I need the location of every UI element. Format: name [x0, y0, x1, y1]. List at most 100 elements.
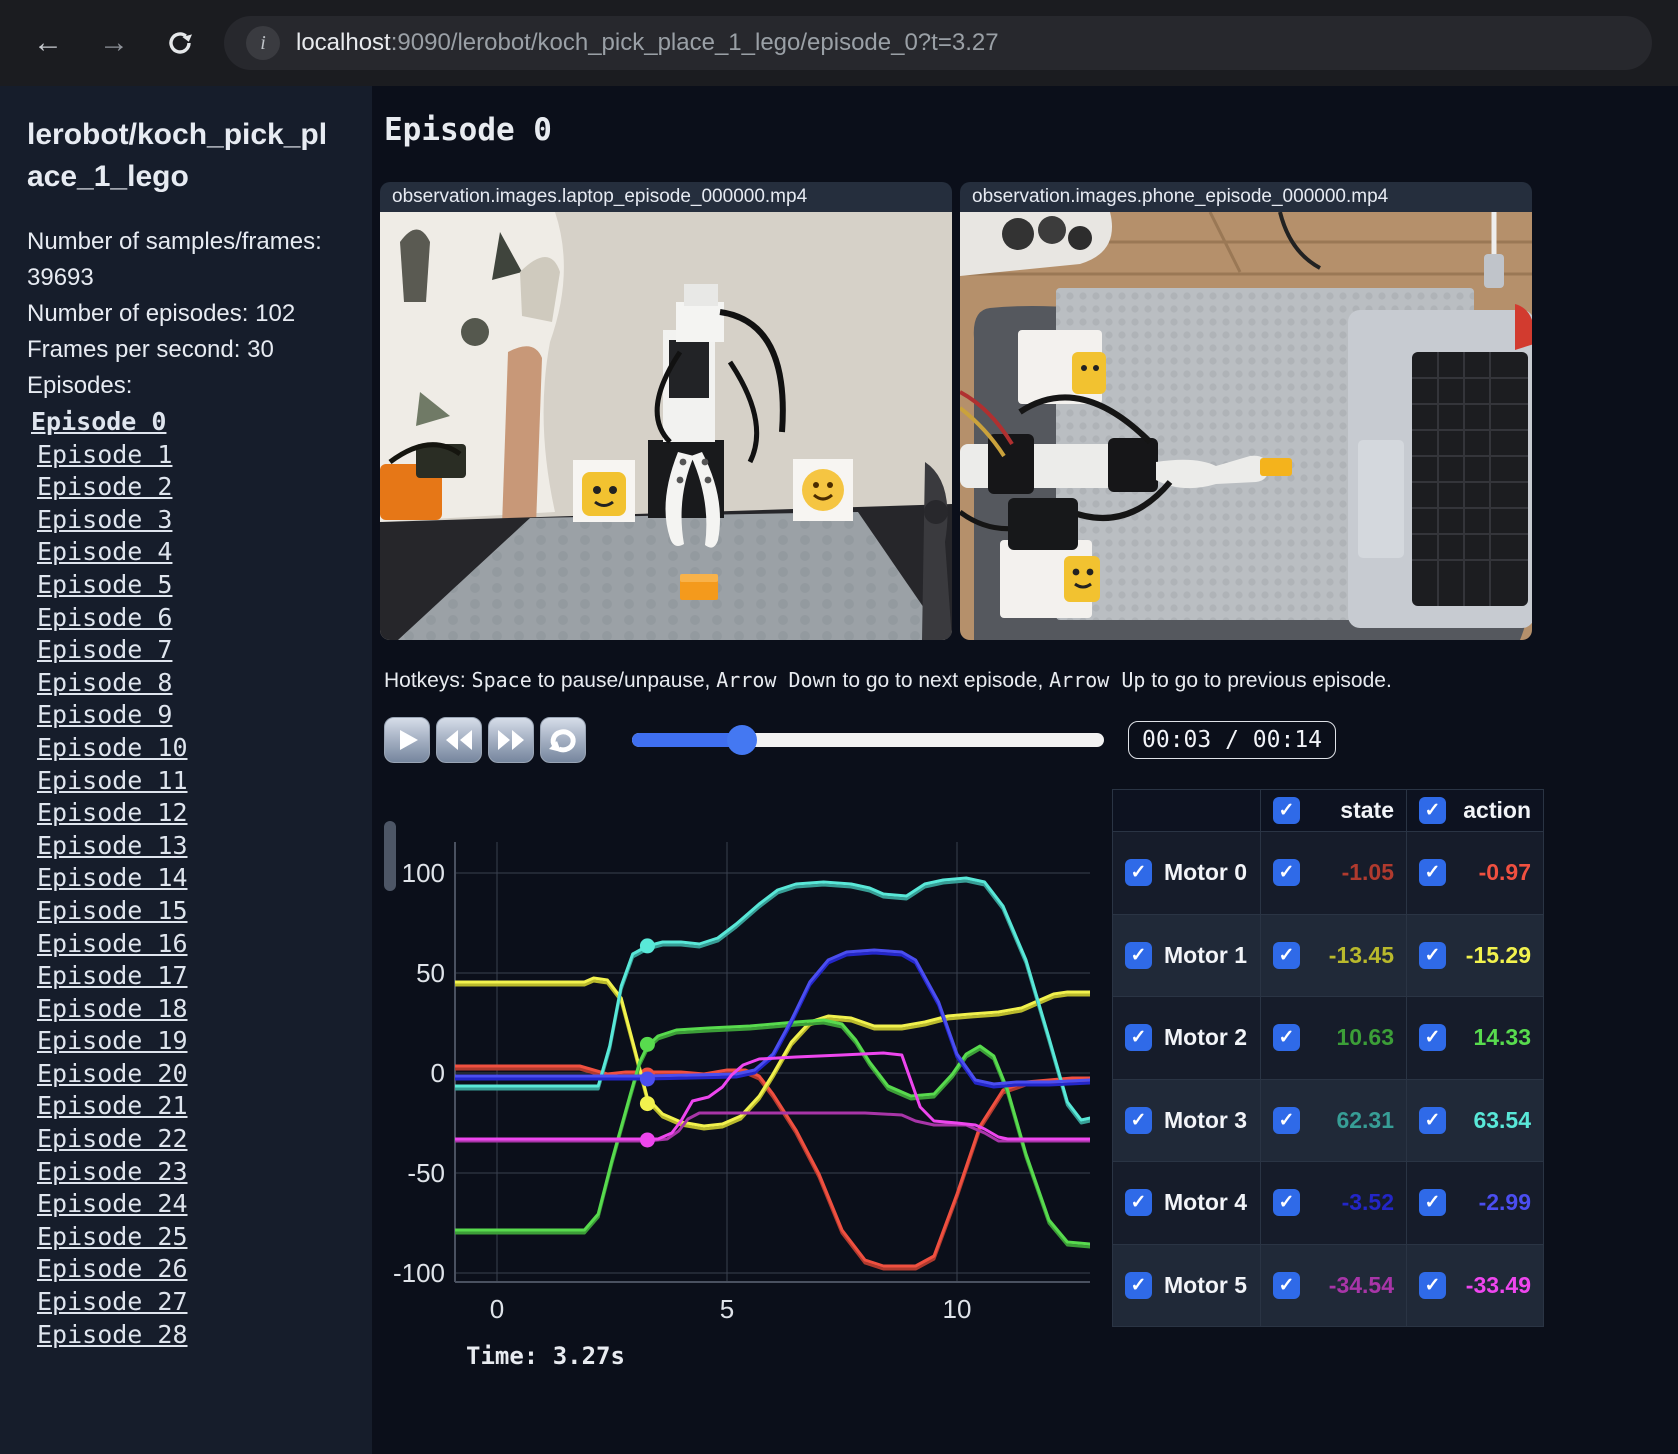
motor-1-state-checkbox[interactable]: ✓ — [1273, 941, 1300, 969]
table-row-motor-0: ✓ Motor 0 ✓ -1.05 ✓ -0.97 — [1112, 831, 1544, 915]
motor-3-checkbox[interactable]: ✓ — [1125, 1106, 1152, 1134]
video-phone[interactable]: observation.images.phone_episode_000000.… — [960, 182, 1532, 640]
reload-glyph — [169, 32, 193, 54]
motor-0-action-checkbox[interactable]: ✓ — [1419, 859, 1446, 887]
episode-link-23[interactable]: Episode 23 — [27, 1156, 372, 1189]
motor-3-action-checkbox[interactable]: ✓ — [1419, 1106, 1446, 1134]
video-laptop-frame — [380, 212, 952, 640]
episode-link-1[interactable]: Episode 1 — [27, 439, 372, 472]
motor-state-cell: ✓ -34.54 — [1260, 1243, 1407, 1327]
back-icon[interactable]: ← — [26, 21, 70, 65]
episode-link-24[interactable]: Episode 24 — [27, 1188, 372, 1221]
episode-link-12[interactable]: Episode 12 — [27, 797, 372, 830]
rewind-icon — [446, 730, 472, 750]
page-title: Episode 0 — [384, 112, 552, 148]
motor-2-checkbox[interactable]: ✓ — [1125, 1024, 1152, 1052]
episode-link-21[interactable]: Episode 21 — [27, 1090, 372, 1123]
current-time-dot-motor-1 — [639, 1096, 655, 1112]
motor-action-cell: ✓ -0.97 — [1406, 831, 1544, 915]
episode-link-14[interactable]: Episode 14 — [27, 862, 372, 895]
motor-chart[interactable]: 100 50 0 -50 -100 0 5 10 — [380, 789, 1094, 1324]
motor-5-action-checkbox[interactable]: ✓ — [1419, 1271, 1446, 1299]
motor-1-action-checkbox[interactable]: ✓ — [1419, 941, 1446, 969]
hotkey-arrow-up: Arrow Up — [1049, 668, 1146, 692]
motor-2-action-checkbox[interactable]: ✓ — [1419, 1024, 1446, 1052]
state-all-checkbox[interactable]: ✓ — [1273, 797, 1300, 824]
hotkeys-text-3: to go to previous episode. — [1145, 669, 1392, 692]
table-row-motor-3: ✓ Motor 3 ✓ 62.31 ✓ 63.54 — [1112, 1078, 1544, 1162]
loop-button[interactable] — [540, 717, 586, 763]
episode-link-27[interactable]: Episode 27 — [27, 1286, 372, 1319]
forward-icon[interactable]: → — [92, 21, 136, 65]
stat-fps: Frames per second: 30 — [27, 336, 274, 363]
seek-slider[interactable] — [632, 725, 1104, 755]
motor-action-value: -2.99 — [1478, 1189, 1531, 1216]
main-panel: Episode 0 observation.images.laptop_epis… — [372, 86, 1678, 1454]
episode-link-18[interactable]: Episode 18 — [27, 993, 372, 1026]
motor-label: Motor 2 — [1164, 1024, 1248, 1051]
action-all-checkbox[interactable]: ✓ — [1419, 797, 1446, 824]
motor-4-state-checkbox[interactable]: ✓ — [1273, 1189, 1300, 1217]
table-row-motor-1: ✓ Motor 1 ✓ -13.45 ✓ -15.29 — [1112, 913, 1544, 997]
episode-link-9[interactable]: Episode 9 — [27, 699, 372, 732]
episode-link-10[interactable]: Episode 10 — [27, 732, 372, 765]
episode-link-19[interactable]: Episode 19 — [27, 1025, 372, 1058]
x-tick-0: 0 — [490, 1294, 504, 1323]
url-path: :9090/lerobot/koch_pick_place_1_lego/epi… — [390, 29, 999, 56]
url-bar[interactable]: i localhost:9090/lerobot/koch_pick_place… — [224, 16, 1652, 70]
motor-state-value: -34.54 — [1328, 1271, 1394, 1298]
episode-link-22[interactable]: Episode 22 — [27, 1123, 372, 1156]
url-text[interactable]: localhost:9090/lerobot/koch_pick_place_1… — [296, 29, 999, 57]
time-display: 00:03 / 00:14 — [1128, 721, 1337, 759]
motor-label-cell: ✓ Motor 2 — [1112, 996, 1261, 1080]
seek-thumb[interactable] — [727, 725, 758, 755]
episode-link-6[interactable]: Episode 6 — [27, 602, 372, 635]
video-laptop[interactable]: observation.images.laptop_episode_000000… — [380, 182, 952, 640]
episode-link-13[interactable]: Episode 13 — [27, 830, 372, 863]
motor-action-value: -15.29 — [1465, 941, 1531, 968]
episode-link-2[interactable]: Episode 2 — [27, 471, 372, 504]
episode-link-28[interactable]: Episode 28 — [27, 1319, 372, 1352]
fast-forward-icon — [498, 730, 524, 750]
episode-link-4[interactable]: Episode 4 — [27, 536, 372, 569]
episode-link-15[interactable]: Episode 15 — [27, 895, 372, 928]
motor-3-state-checkbox[interactable]: ✓ — [1273, 1106, 1300, 1134]
motor-label-cell: ✓ Motor 0 — [1112, 831, 1261, 915]
motor-5-state-checkbox[interactable]: ✓ — [1273, 1271, 1300, 1299]
episode-link-26[interactable]: Episode 26 — [27, 1253, 372, 1286]
play-button[interactable] — [384, 717, 430, 763]
episode-link-5[interactable]: Episode 5 — [27, 569, 372, 602]
motor-4-checkbox[interactable]: ✓ — [1125, 1189, 1152, 1217]
episode-link-11[interactable]: Episode 11 — [27, 765, 372, 798]
episode-link-17[interactable]: Episode 17 — [27, 960, 372, 993]
motor-0-state-checkbox[interactable]: ✓ — [1273, 859, 1300, 887]
dataset-stats: Number of samples/frames: 39693 Number o… — [27, 224, 347, 404]
episode-link-16[interactable]: Episode 16 — [27, 928, 372, 961]
motor-4-action-checkbox[interactable]: ✓ — [1419, 1189, 1446, 1217]
episode-link-20[interactable]: Episode 20 — [27, 1058, 372, 1091]
site-info-icon[interactable]: i — [246, 26, 280, 60]
episode-link-0[interactable]: Episode 0 — [27, 406, 372, 439]
hotkeys-help: Hotkeys: Space to pause/unpause, Arrow D… — [384, 668, 1678, 693]
fast-forward-button[interactable] — [488, 717, 534, 763]
episode-link-8[interactable]: Episode 8 — [27, 667, 372, 700]
stat-episodes: Number of episodes: 102 — [27, 300, 296, 327]
motor-0-checkbox[interactable]: ✓ — [1125, 859, 1152, 887]
motor-state-value: -1.05 — [1341, 859, 1394, 886]
motor-action-value: 63.54 — [1473, 1106, 1531, 1133]
episode-link-7[interactable]: Episode 7 — [27, 634, 372, 667]
motor-5-checkbox[interactable]: ✓ — [1125, 1271, 1152, 1299]
rewind-button[interactable] — [436, 717, 482, 763]
episode-link-25[interactable]: Episode 25 — [27, 1221, 372, 1254]
motor-2-state-checkbox[interactable]: ✓ — [1273, 1024, 1300, 1052]
motor-label-cell: ✓ Motor 4 — [1112, 1161, 1261, 1245]
motor-action-cell: ✓ -15.29 — [1406, 913, 1544, 997]
episode-link-3[interactable]: Episode 3 — [27, 504, 372, 537]
chart-container: 100 50 0 -50 -100 0 5 10 Time: 3.27s — [380, 789, 1094, 1370]
scrollbar-thumb[interactable] — [384, 821, 396, 891]
motor-1-checkbox[interactable]: ✓ — [1125, 941, 1152, 969]
reload-icon[interactable] — [158, 21, 202, 65]
motor-table: ✓ state ✓ action ✓ Motor 0 ✓ -1.05 ✓ -0.97 ✓ Moto… — [1112, 789, 1544, 1327]
motor-state-value: -3.52 — [1341, 1189, 1394, 1216]
action-col-header: ✓ action — [1406, 789, 1544, 832]
